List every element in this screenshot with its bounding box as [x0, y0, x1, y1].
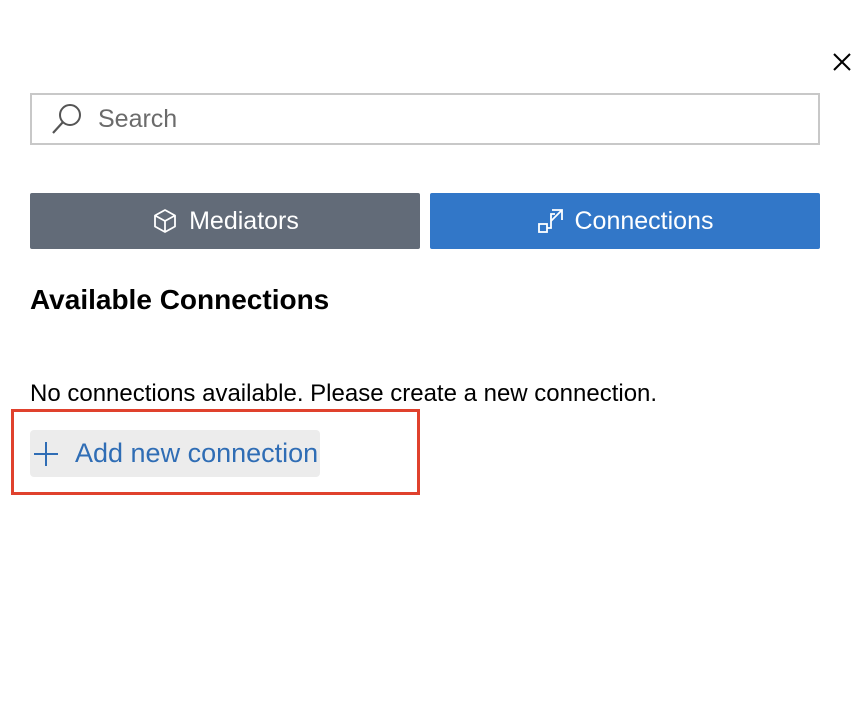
- plus-icon: [31, 439, 61, 469]
- add-new-connection-button[interactable]: Add new connection: [30, 430, 321, 477]
- tab-mediators-label: Mediators: [189, 206, 299, 235]
- empty-state-message: No connections available. Please create …: [30, 380, 658, 407]
- cube-icon: [151, 207, 179, 235]
- tab-mediators[interactable]: Mediators: [30, 193, 420, 249]
- close-icon: [831, 51, 853, 78]
- section-title: Available Connections: [30, 284, 330, 315]
- search-icon: [50, 102, 84, 136]
- tab-connections-label: Connections: [574, 206, 714, 235]
- search-box[interactable]: [30, 93, 820, 145]
- connection-icon: [537, 207, 565, 235]
- add-new-connection-label: Add new connection: [75, 438, 319, 468]
- close-button[interactable]: [828, 50, 856, 78]
- tab-connections[interactable]: Connections: [430, 193, 820, 249]
- search-input[interactable]: [96, 103, 780, 135]
